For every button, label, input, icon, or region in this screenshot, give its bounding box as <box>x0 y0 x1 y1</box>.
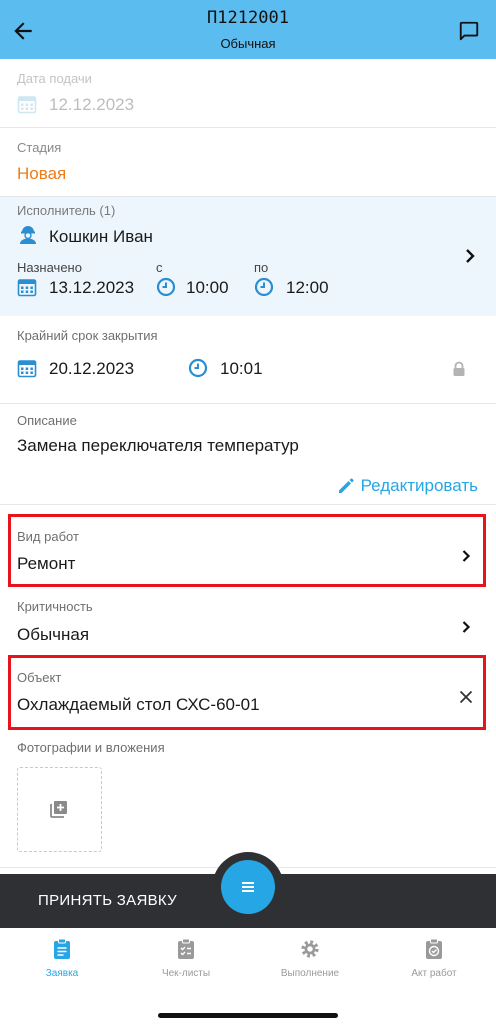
deadline-section: Крайний срок закрытия 20.12.2023 10:01 <box>0 316 496 404</box>
accept-request-button[interactable]: ПРИНЯТЬ ЗАЯВКУ <box>38 892 177 909</box>
description-section: Описание Замена переключателя температур… <box>0 404 496 505</box>
calendar-icon <box>17 360 37 378</box>
tab-label: Акт работ <box>411 968 457 979</box>
executor-name: Кошкин Иван <box>49 227 153 246</box>
highlight-frame-object <box>8 655 486 730</box>
tab-act[interactable]: Акт работ <box>372 928 496 988</box>
act-icon <box>426 938 442 959</box>
checklist-icon <box>178 938 194 959</box>
tab-execution[interactable]: Выполнение <box>248 928 372 988</box>
description-text: Замена переключателя температур <box>17 436 299 455</box>
deadline-label: Крайний срок закрытия <box>17 328 158 343</box>
executor-label: Исполнитель (1) <box>17 203 116 218</box>
from-time: 10:00 <box>186 278 229 297</box>
top-app-bar: П1212001 Обычная <box>0 0 496 59</box>
edit-button[interactable]: Редактировать <box>338 476 478 498</box>
executor-section[interactable]: Исполнитель (1) Кошкин Иван Назначено с … <box>0 197 496 316</box>
attachments-label: Фотографии и вложения <box>17 740 165 755</box>
clipboard-icon <box>54 938 70 959</box>
chevron-right-icon[interactable] <box>460 620 472 634</box>
clock-icon <box>188 358 208 378</box>
assigned-date: 13.12.2023 <box>49 278 135 297</box>
menu-icon <box>242 882 254 892</box>
worker-icon <box>20 226 36 244</box>
calendar-icon <box>17 279 37 297</box>
tab-request[interactable]: Заявка <box>0 928 124 988</box>
submission-date-label: Дата подачи <box>17 71 92 86</box>
stage-label: Стадия <box>17 140 62 155</box>
add-attachment-button[interactable] <box>17 767 102 852</box>
page-subtitle: Обычная <box>220 36 276 51</box>
calendar-icon <box>17 96 37 114</box>
to-label: по <box>254 260 269 275</box>
gear-icon <box>301 940 319 958</box>
criticality-value: Обычная <box>17 625 90 644</box>
tab-label: Выполнение <box>280 968 340 979</box>
criticality-section[interactable]: Критичность Обычная <box>0 592 496 655</box>
add-photo-icon <box>50 801 67 818</box>
highlight-frame-work-type <box>8 514 486 587</box>
home-indicator <box>158 1013 338 1018</box>
assigned-label: Назначено <box>17 260 82 275</box>
criticality-label: Критичность <box>17 599 93 614</box>
to-time: 12:00 <box>286 278 329 297</box>
tab-label: Заявка <box>45 968 79 979</box>
clock-icon <box>254 277 274 297</box>
stage-value: Новая <box>17 164 67 183</box>
deadline-time: 10:01 <box>220 359 263 378</box>
chevron-right-icon[interactable] <box>464 249 476 263</box>
page-title: П1212001 <box>207 8 289 28</box>
pencil-icon <box>338 478 354 493</box>
lock-icon <box>453 361 465 376</box>
edit-label: Редактировать <box>360 476 478 495</box>
submission-date-section: Дата подачи 12.12.2023 <box>0 59 496 128</box>
chat-icon[interactable] <box>458 20 480 42</box>
deadline-date: 20.12.2023 <box>49 359 135 378</box>
bottom-tab-bar: Заявка Чек-листы Выполнение Акт работ <box>0 928 496 1027</box>
clock-icon <box>156 277 176 297</box>
description-label: Описание <box>17 413 77 428</box>
tab-label: Чек-листы <box>161 968 211 979</box>
menu-fab-button[interactable] <box>221 860 275 914</box>
from-label: с <box>156 260 163 275</box>
submission-date-value: 12.12.2023 <box>49 95 135 114</box>
stage-section: Стадия Новая <box>0 128 496 197</box>
tab-checklists[interactable]: Чек-листы <box>124 928 248 988</box>
